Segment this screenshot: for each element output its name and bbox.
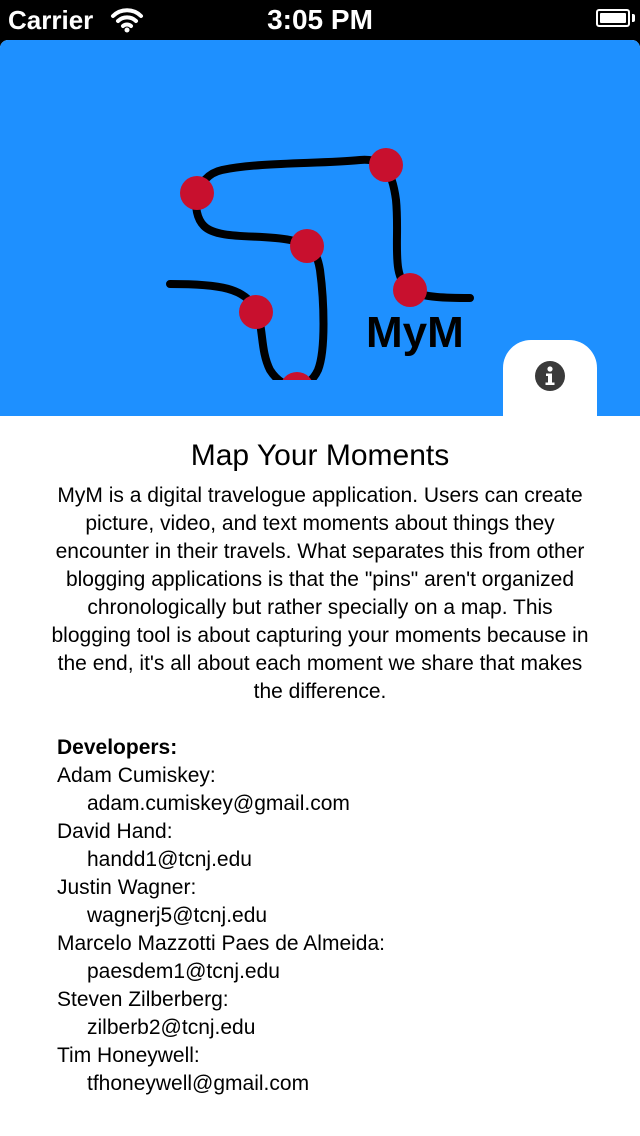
developers-section: Developers: Adam Cumiskey: adam.cumiskey… (57, 734, 617, 1098)
status-time: 3:05 PM (267, 4, 373, 35)
developer-name: Marcelo Mazzotti Paes de Almeida: (57, 932, 385, 955)
header-banner: MyM (0, 40, 640, 420)
info-button[interactable] (503, 340, 597, 420)
developer-name: Justin Wagner: (57, 876, 197, 899)
battery-icon (596, 9, 630, 27)
app-screen: Carrier 3:05 PM MyM Map Your Moments MyM… (0, 0, 640, 1136)
developer-email: wagnerj5@tcnj.edu (87, 904, 268, 927)
info-icon (535, 361, 565, 391)
developer-email: zilberb2@tcnj.edu (87, 1016, 256, 1039)
developer-name: Steven Zilberberg: (57, 988, 229, 1011)
developers-heading: Developers: (57, 736, 178, 759)
about-view: MyM Map Your Moments MyM is a digital tr… (0, 40, 640, 1136)
developer-name: Adam Cumiskey: (57, 764, 216, 787)
app-description: MyM is a digital travelogue application.… (51, 484, 589, 703)
map-pin-dot (282, 372, 312, 380)
map-pin-dot (180, 176, 214, 210)
map-pin-dot (393, 273, 427, 307)
developer-email: adam.cumiskey@gmail.com (87, 792, 350, 815)
logo-wordmark: MyM (366, 308, 464, 357)
battery-nub (632, 14, 635, 22)
map-pin-dot (369, 148, 403, 182)
page-title: Map Your Moments (190, 439, 450, 472)
status-bar: Carrier 3:05 PM (0, 0, 640, 40)
map-pin-dot (290, 229, 324, 263)
developer-email: handd1@tcnj.edu (87, 848, 252, 871)
map-pin-dot (239, 295, 273, 329)
developer-email: tfhoneywell@gmail.com (87, 1072, 310, 1095)
developer-email: paesdem1@tcnj.edu (87, 960, 280, 983)
developer-name: Tim Honeywell: (57, 1044, 200, 1067)
developer-name: David Hand: (57, 820, 173, 843)
